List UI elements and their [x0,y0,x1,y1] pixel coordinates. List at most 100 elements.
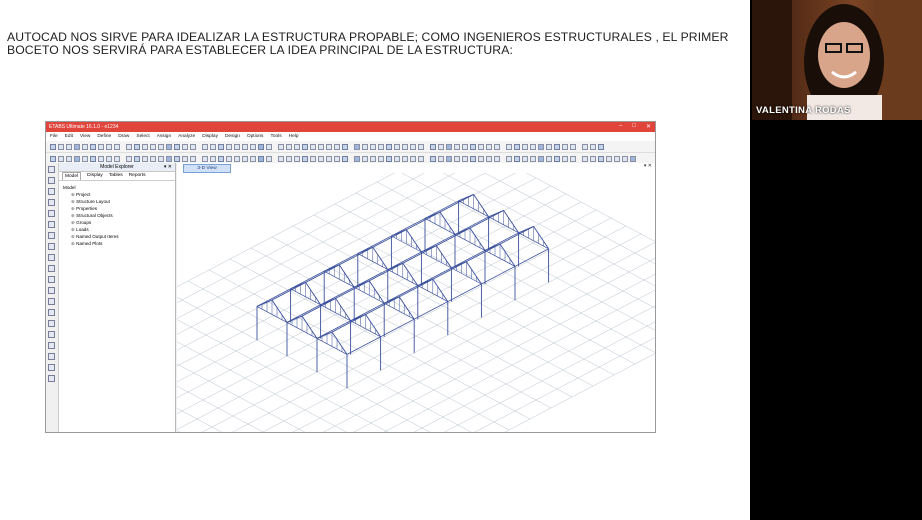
tree-item-properties[interactable]: Properties [63,205,175,212]
toolbar-button[interactable] [82,155,88,162]
toolbar-button[interactable] [582,143,588,150]
toolbar-button[interactable] [606,155,612,162]
view-close-icon[interactable]: ▾ ✕ [644,163,652,169]
toolbar-button[interactable] [166,155,172,162]
toolbar-button[interactable] [158,143,164,150]
toolbar-button[interactable] [430,143,436,150]
toolbar-button[interactable] [554,143,560,150]
toolbar-button[interactable] [514,155,520,162]
toolbar-button[interactable] [506,155,512,162]
toolbar-button[interactable] [386,155,392,162]
toolbar-button[interactable] [486,143,492,150]
toolbar-button[interactable] [342,143,348,150]
toolbar-button[interactable] [478,155,484,162]
toolbar-button[interactable] [258,143,264,150]
toolbar-button[interactable] [174,143,180,150]
toolbar-button[interactable] [522,155,528,162]
toolbar-button[interactable] [582,155,588,162]
toolbar-button[interactable] [446,155,452,162]
toolbar-button[interactable] [50,155,56,162]
toolbar-button[interactable] [590,155,596,162]
toolbar-button[interactable] [622,155,628,162]
toolbar-button[interactable] [394,155,400,162]
toolbar-button[interactable] [278,155,284,162]
toolbar-button[interactable] [142,143,148,150]
toolbar-button[interactable] [614,155,620,162]
toolbar-button[interactable] [166,143,172,150]
toolbar-button[interactable] [570,155,576,162]
toolbar-button[interactable] [302,143,308,150]
toolbar-button[interactable] [190,143,196,150]
toolbar-button[interactable] [158,155,164,162]
toolbar-button[interactable] [370,155,376,162]
minimize-icon[interactable]: – [619,123,622,130]
toolbar-button[interactable] [174,155,180,162]
toolbar-button[interactable] [590,143,596,150]
toolbar-button[interactable] [530,143,536,150]
toolbar-button[interactable] [310,155,316,162]
toolbar-button[interactable] [570,143,576,150]
draw-tool-button[interactable] [48,309,55,316]
toolbar-button[interactable] [242,143,248,150]
toolbar-button[interactable] [134,143,140,150]
toolbar-button[interactable] [294,143,300,150]
draw-tool-button[interactable] [48,221,55,228]
toolbar-button[interactable] [134,155,140,162]
toolbar-button[interactable] [234,143,240,150]
draw-tool-button[interactable] [48,243,55,250]
toolbar-button[interactable] [126,143,132,150]
toolbar-button[interactable] [402,143,408,150]
toolbar-button[interactable] [462,143,468,150]
menu-define[interactable]: Define [97,134,111,139]
tree-item-structure-layout[interactable]: Structure Layout [63,198,175,205]
toolbar-button[interactable] [150,155,156,162]
toolbar-button[interactable] [370,143,376,150]
tree-item-structural-objects[interactable]: Structural Objects [63,212,175,219]
toolbar-button[interactable] [226,143,232,150]
toolbar-button[interactable] [50,143,56,150]
toolbar-button[interactable] [470,155,476,162]
toolbar-button[interactable] [258,155,264,162]
toolbar-button[interactable] [266,143,272,150]
maximize-icon[interactable]: □ [632,123,636,130]
toolbar-button[interactable] [494,155,500,162]
draw-tool-button[interactable] [48,331,55,338]
toolbar-button[interactable] [546,143,552,150]
toolbar-button[interactable] [342,155,348,162]
toolbar-button[interactable] [126,155,132,162]
toolbar-button[interactable] [478,143,484,150]
toolbar-button[interactable] [90,155,96,162]
tree-item-project[interactable]: Project [63,191,175,198]
toolbar-button[interactable] [278,143,284,150]
toolbar-button[interactable] [66,143,72,150]
menu-tools[interactable]: Tools [270,134,281,139]
draw-tool-button[interactable] [48,199,55,206]
draw-tool-button[interactable] [48,298,55,305]
toolbar-button[interactable] [402,155,408,162]
menu-options[interactable]: Options [247,134,264,139]
draw-tool-button[interactable] [48,364,55,371]
toolbar-button[interactable] [250,155,256,162]
tab-reports[interactable]: Reports [129,172,146,180]
structure-3d-model[interactable] [177,173,655,433]
toolbar-button[interactable] [362,143,368,150]
toolbar-button[interactable] [334,143,340,150]
toolbar-button[interactable] [462,155,468,162]
menu-file[interactable]: File [50,134,58,139]
toolbar-button[interactable] [98,155,104,162]
tab-model[interactable]: Model [62,172,82,180]
toolbar-button[interactable] [430,155,436,162]
close-icon[interactable]: ✕ [646,123,651,130]
toolbar-button[interactable] [438,155,444,162]
toolbar-button[interactable] [66,155,72,162]
tab-display[interactable]: Display [87,172,103,180]
toolbar-button[interactable] [302,155,308,162]
toolbar-button[interactable] [354,155,360,162]
toolbar-button[interactable] [554,155,560,162]
toolbar-button[interactable] [538,155,544,162]
toolbar-button[interactable] [150,143,156,150]
toolbar-button[interactable] [182,143,188,150]
menu-display[interactable]: Display [202,134,218,139]
toolbar-button[interactable] [378,143,384,150]
toolbar-button[interactable] [114,143,120,150]
